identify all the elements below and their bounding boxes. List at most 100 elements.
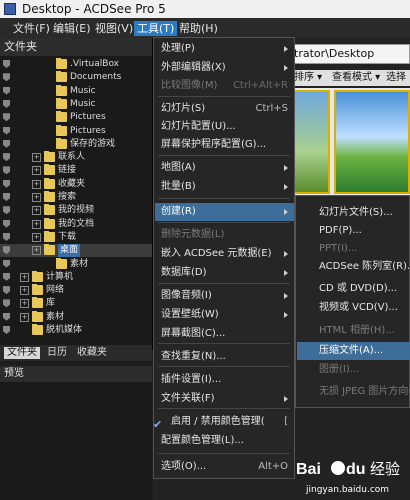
folder-tree-item[interactable]: + 下载 — [0, 230, 152, 244]
folder-tree-item[interactable]: 素材 — [0, 257, 152, 271]
submenu-arrow-icon — [284, 184, 288, 190]
pin-icon — [3, 113, 10, 122]
create-submenu-item: HTML 相册(H)... — [319, 325, 395, 336]
expand-icon[interactable]: + — [32, 166, 41, 176]
folder-tree-item[interactable]: + 我的文档 — [0, 217, 152, 231]
tools-menu-item[interactable]: 幻灯片(S) Ctrl+S — [155, 100, 294, 118]
menu-separator — [158, 453, 290, 454]
submenu-arrow-icon — [284, 312, 288, 318]
tools-menu-item[interactable]: 批量(B) — [155, 178, 294, 196]
folder-tree-item[interactable]: + 库 — [0, 297, 152, 310]
expand-icon[interactable]: + — [20, 299, 29, 309]
pin-icon — [3, 153, 10, 162]
sort-toolbar: 排序 ▾ 查看模式 ▾ 选择 — [290, 70, 410, 86]
tools-menu-item[interactable]: 地图(A) — [155, 159, 294, 177]
sort-button[interactable]: 排序 ▾ — [294, 70, 322, 86]
create-submenu-item[interactable]: PDF(P)... — [297, 222, 410, 240]
folder-tree-item[interactable]: 保存的游戏 — [0, 137, 152, 151]
folders-pane: 文件夹 .VirtualBox Documents Music Music Pictur… — [0, 38, 153, 361]
menu-file[interactable]: 文件(F) — [10, 21, 53, 36]
path-bar[interactable]: trator\Desktop — [290, 44, 410, 64]
tools-menu-item[interactable]: 幻灯片配置(U)... — [155, 118, 294, 136]
folder-tree-item[interactable]: Music — [0, 97, 152, 111]
tools-menu-item[interactable]: 创建(R) — [155, 203, 294, 221]
folder-tree-item[interactable]: + 联系人 — [0, 151, 152, 164]
folder-tree-item[interactable]: + 网络 — [0, 284, 152, 297]
menu-item-shortcut: Ctrl+Alt+R — [232, 80, 288, 91]
folder-tree-item[interactable]: + 链接 — [0, 164, 152, 177]
submenu-arrow-icon — [284, 165, 288, 171]
expand-icon[interactable]: + — [32, 232, 41, 242]
tools-menu-item[interactable]: 启用 / 禁用颜色管理([✔ — [153, 413, 294, 431]
folder-icon — [32, 310, 43, 322]
folder-tree-item[interactable]: + 我的视频 — [0, 204, 152, 217]
folder-icon — [44, 164, 55, 176]
expand-icon[interactable]: + — [20, 286, 29, 296]
menu-item-label: 删除元数据(L) — [161, 229, 225, 240]
create-submenu-item: 图册(I)... — [319, 364, 360, 375]
menu-view[interactable]: 视图(V) — [92, 21, 136, 36]
menu-item-shortcut: [ — [284, 416, 288, 427]
tab-folders[interactable]: 文件夹 — [4, 347, 40, 359]
menu-item-label: 配置颜色管理(L)... — [161, 435, 244, 446]
window-title: Desktop - ACDSee Pro 5 — [22, 2, 166, 16]
expand-icon[interactable]: + — [32, 153, 41, 163]
folder-label: 我的文档 — [58, 218, 95, 229]
folder-tree-item[interactable]: + 计算机 — [0, 270, 152, 284]
create-submenu: 幻灯片文件(S)... PDF(P)... PPT(I)... ACDSee 陈列室(… — [295, 195, 410, 408]
create-submenu-item[interactable]: CD 或 DVD(D)... — [297, 280, 410, 298]
menu-item-label: 图像音频(I) — [161, 290, 212, 301]
folder-tree-item[interactable]: 脱机媒体 — [0, 324, 152, 337]
expand-icon[interactable]: + — [32, 193, 41, 202]
tools-menu-item[interactable]: 图像音频(I) — [155, 287, 294, 305]
tab-calendar[interactable]: 日历 — [44, 347, 70, 359]
watermark-brand-2: du — [346, 461, 366, 478]
tools-menu-item[interactable]: 屏幕截图(C)... — [155, 325, 294, 343]
expand-icon[interactable]: + — [32, 179, 41, 189]
create-submenu-item[interactable]: 压缩文件(A)... — [297, 342, 410, 360]
tools-menu-item[interactable]: 插件设置(I)... — [155, 371, 294, 389]
expand-icon[interactable]: + — [32, 246, 41, 256]
tools-menu-item[interactable]: 屏幕保护程序配置(G)... — [155, 136, 294, 154]
tab-favorites[interactable]: 收藏夹 — [74, 347, 110, 359]
menu-help[interactable]: 帮助(H) — [176, 21, 221, 36]
menu-item-label: 数据库(D) — [161, 267, 207, 278]
folder-tree-item[interactable]: + 桌面 — [0, 244, 152, 258]
expand-icon[interactable]: + — [32, 219, 41, 229]
view-mode-button[interactable]: 查看模式 ▾ — [332, 70, 380, 86]
thumbnail-area — [290, 88, 410, 208]
tools-menu-item[interactable]: 文件关联(F) — [155, 390, 294, 408]
folder-tree-item[interactable]: Music — [0, 84, 152, 98]
pin-icon — [3, 193, 10, 201]
folder-tree-item[interactable]: + 素材 — [0, 310, 152, 324]
menu-edit[interactable]: 编辑(E) — [50, 21, 94, 36]
folder-tree-item[interactable]: + 搜索 — [0, 191, 152, 204]
tools-menu-item[interactable]: 外部编辑器(X) — [155, 59, 294, 77]
pin-icon — [3, 126, 10, 135]
folder-tree-item[interactable]: Documents — [0, 71, 152, 84]
tools-menu-item[interactable]: 数据库(D) — [155, 264, 294, 282]
tools-menu-item[interactable]: 设置壁纸(W) — [155, 306, 294, 324]
folder-tree-item[interactable]: Pictures — [0, 124, 152, 138]
tools-menu-item[interactable]: 选项(O)... Alt+O — [155, 458, 294, 476]
expand-icon[interactable]: + — [20, 312, 29, 322]
menu-separator — [158, 366, 290, 367]
folder-icon — [32, 284, 43, 296]
create-submenu-item[interactable]: 幻灯片文件(S)... — [297, 204, 410, 222]
create-submenu-item[interactable]: 视频或 VCD(V)... — [297, 299, 410, 317]
folder-tree-item[interactable]: .VirtualBox — [0, 58, 152, 71]
select-button[interactable]: 选择 — [386, 70, 406, 86]
tools-menu-item[interactable]: 配置颜色管理(L)... — [155, 432, 294, 450]
expand-icon[interactable]: + — [20, 272, 29, 282]
menu-tools[interactable]: 工具(T) — [134, 21, 178, 36]
tools-menu-item[interactable]: 嵌入 ACDSee 元数据(E) — [155, 245, 294, 263]
tools-menu-item[interactable]: 查找重复(N)... — [155, 348, 294, 366]
tools-menu-item[interactable]: 处理(P) — [155, 40, 294, 58]
thumbnail-image[interactable] — [290, 90, 330, 194]
menu-separator — [158, 155, 290, 156]
expand-icon[interactable]: + — [32, 206, 41, 216]
folder-tree-item[interactable]: + 收藏夹 — [0, 177, 152, 191]
create-submenu-item[interactable]: ACDSee 陈列室(R)... — [297, 258, 410, 276]
folder-tree-item[interactable]: Pictures — [0, 111, 152, 124]
thumbnail-image[interactable] — [334, 90, 410, 194]
